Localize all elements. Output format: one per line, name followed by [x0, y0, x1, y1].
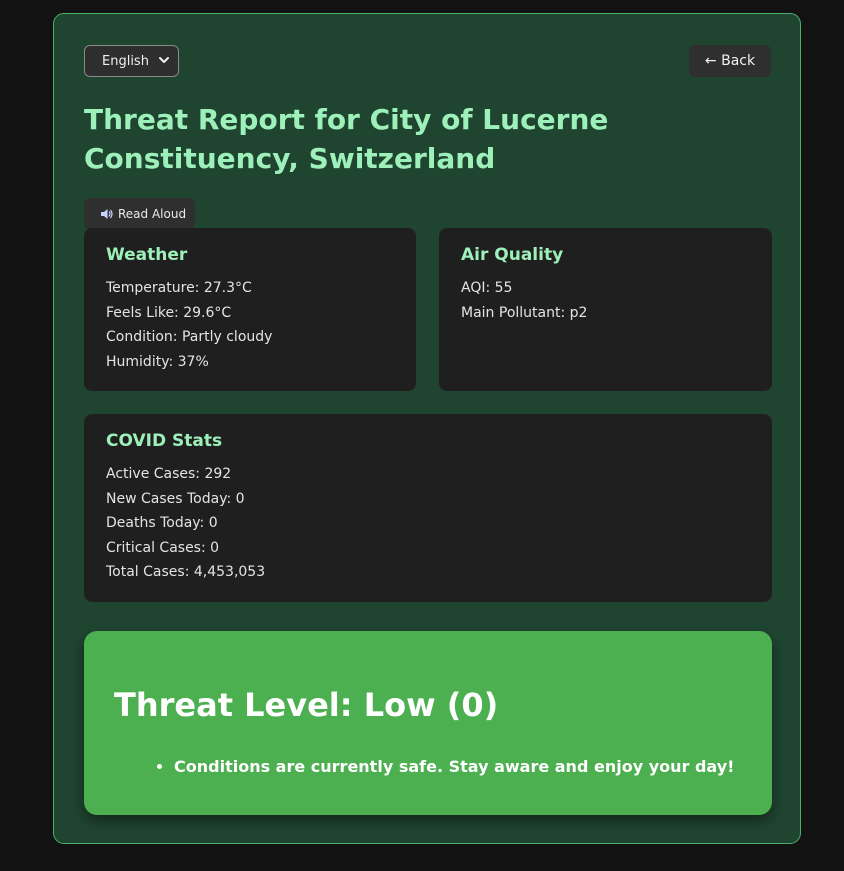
covid-critical-cases: Critical Cases: 0: [106, 539, 220, 556]
air-quality-main-pollutant: Main Pollutant: p2: [461, 304, 588, 321]
language-select-value: English: [102, 53, 149, 69]
covid-deaths-today: Deaths Today: 0: [106, 515, 218, 532]
covid-stats-card: COVID Stats Active Cases: 292 New Cases …: [84, 414, 772, 602]
read-aloud-button[interactable]: Read Aloud: [84, 198, 195, 229]
read-aloud-label: Read Aloud: [118, 206, 187, 221]
back-button[interactable]: ← Back: [689, 45, 771, 77]
air-quality-aqi: AQI: 55: [461, 280, 513, 296]
covid-new-cases-today: New Cases Today: 0: [106, 490, 245, 507]
threat-advice-item: Conditions are currently safe. Stay awar…: [174, 756, 734, 778]
weather-card: Weather Temperature: 27.3°C Feels Like: …: [84, 228, 416, 391]
weather-heading: Weather: [106, 245, 188, 265]
weather-feels-like: Feels Like: 29.6°C: [106, 304, 232, 321]
language-select[interactable]: English: [84, 45, 179, 77]
covid-active-cases: Active Cases: 292: [106, 466, 232, 482]
threat-report-panel: English ← Back Threat Report for City of…: [53, 13, 801, 844]
speaker-icon: [101, 208, 113, 219]
weather-condition: Condition: Partly cloudy: [106, 329, 273, 346]
air-quality-card: Air Quality AQI: 55 Main Pollutant: p2: [439, 228, 772, 391]
threat-level-card: Threat Level: Low (0) Conditions are cur…: [84, 631, 772, 815]
air-quality-heading: Air Quality: [461, 245, 564, 265]
weather-temperature: Temperature: 27.3°C: [106, 280, 252, 296]
covid-stats-heading: COVID Stats: [106, 431, 223, 451]
covid-total-cases: Total Cases: 4,453,053: [106, 564, 266, 581]
weather-humidity: Humidity: 37%: [106, 353, 209, 370]
threat-level-heading: Threat Level: Low (0): [114, 686, 499, 724]
page-title: Threat Report for City of Lucerne Consti…: [84, 103, 609, 175]
threat-advice-list: Conditions are currently safe. Stay awar…: [144, 756, 734, 778]
chevron-down-icon: [159, 57, 169, 63]
